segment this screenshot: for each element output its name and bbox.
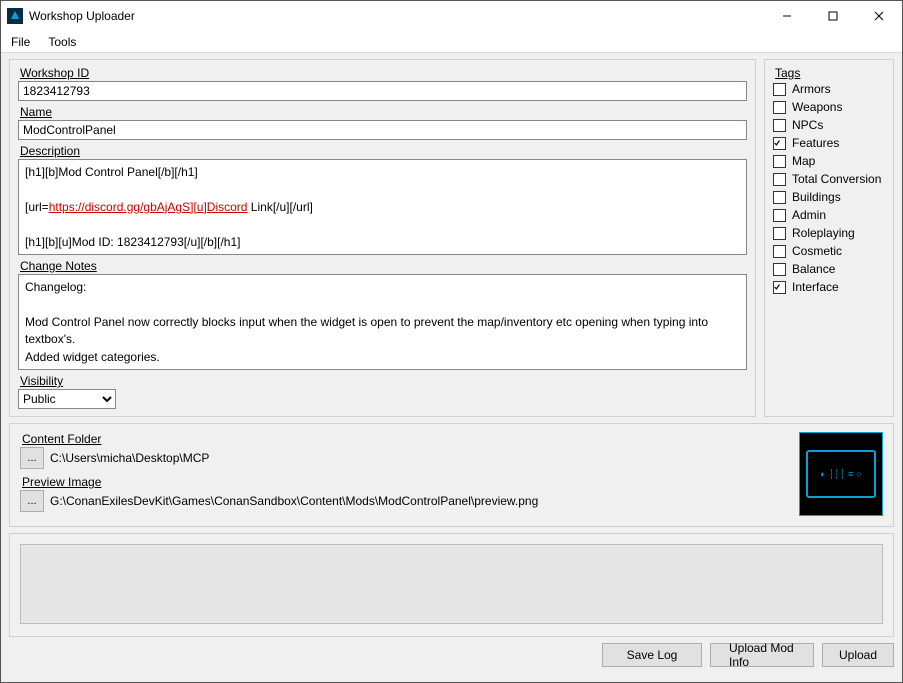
preview-image-browse-button[interactable]: ...	[20, 490, 44, 512]
tag-row-total-conversion[interactable]: Total Conversion	[773, 172, 885, 186]
preview-image-path: G:\ConanExilesDevKit\Games\ConanSandbox\…	[50, 494, 538, 508]
tag-label: Interface	[792, 280, 839, 294]
tag-row-buildings[interactable]: Buildings	[773, 190, 885, 204]
maximize-button[interactable]	[810, 1, 856, 31]
menu-file[interactable]: File	[11, 35, 30, 49]
sliders-icon: ┆┆┆	[829, 470, 845, 479]
tag-checkbox[interactable]	[773, 173, 786, 186]
log-output	[20, 544, 883, 624]
tag-checkbox[interactable]	[773, 191, 786, 204]
app-icon	[7, 8, 23, 24]
window-title: Workshop Uploader	[29, 9, 135, 23]
tag-label: Total Conversion	[792, 172, 881, 186]
tag-checkbox[interactable]	[773, 101, 786, 114]
tag-row-admin[interactable]: Admin	[773, 208, 885, 222]
content-folder-path: C:\Users\micha\Desktop\MCP	[50, 451, 209, 465]
pin-icon: ○	[856, 470, 861, 479]
content-folder-label: Content Folder	[22, 432, 789, 446]
description-textarea[interactable]: [h1][b]Mod Control Panel[/b][/h1] [url=h…	[18, 159, 747, 255]
tag-checkbox[interactable]	[773, 227, 786, 240]
tag-label: Map	[792, 154, 815, 168]
workshop-id-input[interactable]	[18, 81, 747, 101]
menu-tools[interactable]: Tools	[48, 35, 76, 49]
tag-label: Balance	[792, 262, 835, 276]
tag-label: Weapons	[792, 100, 842, 114]
tag-row-roleplaying[interactable]: Roleplaying	[773, 226, 885, 240]
paths-panel: Content Folder ... C:\Users\micha\Deskto…	[9, 423, 894, 527]
name-input[interactable]	[18, 120, 747, 140]
titlebar: Workshop Uploader	[1, 1, 902, 31]
visibility-label: Visibility	[20, 374, 747, 388]
tag-row-interface[interactable]: Interface	[773, 280, 885, 294]
tag-row-npcs[interactable]: NPCs	[773, 118, 885, 132]
tag-row-cosmetic[interactable]: Cosmetic	[773, 244, 885, 258]
tag-row-map[interactable]: Map	[773, 154, 885, 168]
content-folder-browse-button[interactable]: ...	[20, 447, 44, 469]
visibility-select[interactable]: Public	[18, 389, 116, 409]
tag-checkbox[interactable]	[773, 137, 786, 150]
change-notes-textarea[interactable]: Changelog: Mod Control Panel now correct…	[18, 274, 747, 370]
close-button[interactable]	[856, 1, 902, 31]
tag-checkbox[interactable]	[773, 155, 786, 168]
bars-icon: ≡	[848, 470, 853, 479]
log-panel	[9, 533, 894, 637]
upload-mod-info-button[interactable]: Upload Mod Info	[710, 643, 814, 667]
tag-row-features[interactable]: Features	[773, 136, 885, 150]
main-form-panel: Workshop ID Name Description [h1][b]Mod …	[9, 59, 756, 417]
tag-row-armors[interactable]: Armors	[773, 82, 885, 96]
workshop-id-label: Workshop ID	[20, 66, 747, 80]
description-label: Description	[20, 144, 747, 158]
content-area: Workshop ID Name Description [h1][b]Mod …	[1, 53, 902, 682]
tag-checkbox[interactable]	[773, 119, 786, 132]
tag-label: NPCs	[792, 118, 823, 132]
preview-thumbnail: ◐ ┆┆┆ ≡ ○	[799, 432, 883, 516]
preview-image-label: Preview Image	[22, 475, 789, 489]
change-notes-label: Change Notes	[20, 259, 747, 273]
menubar: File Tools	[1, 31, 902, 53]
tag-checkbox[interactable]	[773, 209, 786, 222]
upload-button[interactable]: Upload	[822, 643, 894, 667]
save-log-button[interactable]: Save Log	[602, 643, 702, 667]
gauge-icon: ◐	[820, 470, 825, 479]
tag-checkbox[interactable]	[773, 83, 786, 96]
tag-row-balance[interactable]: Balance	[773, 262, 885, 276]
minimize-button[interactable]	[764, 1, 810, 31]
footer-buttons: Save Log Upload Mod Info Upload	[9, 643, 894, 667]
name-label: Name	[20, 105, 747, 119]
tag-label: Roleplaying	[792, 226, 855, 240]
discord-link[interactable]: https://discord.gg/gbAjAgS][u]Discord	[49, 200, 248, 214]
tag-checkbox[interactable]	[773, 263, 786, 276]
tag-checkbox[interactable]	[773, 245, 786, 258]
tags-panel: Tags Armors Weapons NPCs Features Map Total C…	[764, 59, 894, 417]
tag-row-weapons[interactable]: Weapons	[773, 100, 885, 114]
tags-label: Tags	[775, 66, 885, 80]
tag-label: Admin	[792, 208, 826, 222]
tag-label: Features	[792, 136, 839, 150]
tag-checkbox[interactable]	[773, 281, 786, 294]
app-window: Workshop Uploader File Tools Workshop ID…	[0, 0, 903, 683]
tag-label: Buildings	[792, 190, 841, 204]
tag-label: Armors	[792, 82, 831, 96]
tag-label: Cosmetic	[792, 244, 842, 258]
